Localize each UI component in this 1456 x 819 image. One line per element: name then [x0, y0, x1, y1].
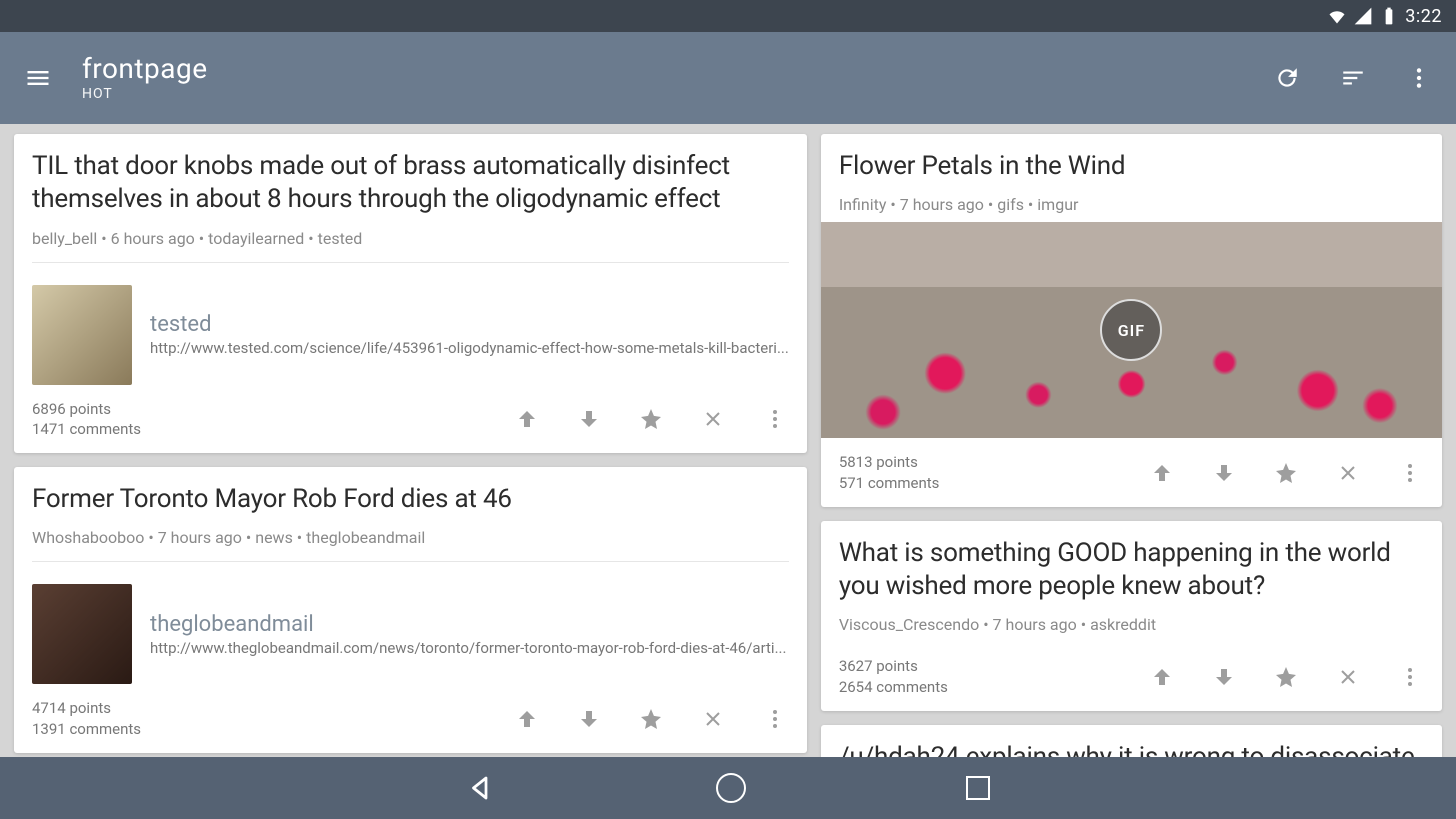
page-title: frontpage — [82, 54, 1274, 85]
item-overflow-icon[interactable] — [1398, 461, 1422, 485]
signal-icon — [1353, 6, 1373, 26]
post-title: Flower Petals in the Wind — [839, 150, 1424, 183]
post-comments: 1391 comments — [32, 719, 141, 739]
recent-apps-icon[interactable] — [966, 776, 990, 800]
status-bar: 3:22 — [0, 0, 1456, 32]
column-right: Flower Petals in the Wind Infinity • 7 h… — [821, 134, 1442, 757]
link-domain: theglobeandmail — [150, 612, 789, 637]
post-thumbnail — [32, 584, 132, 684]
post-points: 5813 points — [839, 452, 940, 472]
close-icon[interactable] — [1336, 461, 1360, 485]
post-points: 6896 points — [32, 399, 141, 419]
post-link[interactable]: theglobeandmail http://www.theglobeandma… — [14, 570, 807, 684]
app-actions — [1274, 65, 1432, 91]
post-comments: 571 comments — [839, 473, 940, 493]
overflow-icon[interactable] — [1406, 65, 1432, 91]
post-card[interactable]: Former Toronto Mayor Rob Ford dies at 46… — [14, 467, 807, 753]
post-points: 3627 points — [839, 656, 948, 676]
upvote-icon[interactable] — [1150, 665, 1174, 689]
star-icon[interactable] — [639, 407, 663, 431]
post-meta: Infinity • 7 hours ago • gifs • imgur — [839, 195, 1424, 214]
item-overflow-icon[interactable] — [763, 407, 787, 431]
downvote-icon[interactable] — [577, 407, 601, 431]
downvote-icon[interactable] — [577, 707, 601, 731]
post-title: What is something GOOD happening in the … — [839, 537, 1424, 604]
nav-bar — [0, 757, 1456, 819]
post-points: 4714 points — [32, 698, 141, 718]
app-bar: frontpage HOT — [0, 32, 1456, 124]
column-left: TIL that door knobs made out of brass au… — [14, 134, 807, 757]
app-title-wrap: frontpage HOT — [82, 54, 1274, 103]
page-sort: HOT — [82, 86, 1274, 102]
close-icon[interactable] — [1336, 665, 1360, 689]
item-overflow-icon[interactable] — [763, 707, 787, 731]
link-url: http://www.theglobeandmail.com/news/toro… — [150, 639, 789, 657]
refresh-icon[interactable] — [1274, 65, 1300, 91]
close-icon[interactable] — [701, 707, 725, 731]
post-title: TIL that door knobs made out of brass au… — [32, 150, 789, 217]
post-comments: 1471 comments — [32, 419, 141, 439]
home-icon[interactable] — [716, 773, 746, 803]
post-image[interactable]: GIF — [821, 222, 1442, 438]
status-time: 3:22 — [1405, 6, 1442, 27]
link-domain: tested — [150, 312, 789, 337]
post-comments: 2654 comments — [839, 677, 948, 697]
post-meta: Viscous_Crescendo • 7 hours ago • askred… — [839, 615, 1424, 634]
star-icon[interactable] — [1274, 665, 1298, 689]
post-card[interactable]: Flower Petals in the Wind Infinity • 7 h… — [821, 134, 1442, 507]
star-icon[interactable] — [639, 707, 663, 731]
close-icon[interactable] — [701, 407, 725, 431]
post-meta: belly_bell • 6 hours ago • todayilearned… — [32, 229, 789, 248]
menu-icon[interactable] — [24, 64, 52, 92]
upvote-icon[interactable] — [515, 707, 539, 731]
post-card[interactable]: What is something GOOD happening in the … — [821, 521, 1442, 711]
post-link[interactable]: tested http://www.tested.com/science/lif… — [14, 271, 807, 385]
post-card[interactable]: TIL that door knobs made out of brass au… — [14, 134, 807, 453]
upvote-icon[interactable] — [515, 407, 539, 431]
sort-icon[interactable] — [1340, 65, 1366, 91]
gif-badge: GIF — [1100, 299, 1162, 361]
back-icon[interactable] — [466, 773, 496, 803]
item-overflow-icon[interactable] — [1398, 665, 1422, 689]
post-card[interactable]: /u/hdah24 explains why it is wrong to di… — [821, 725, 1442, 757]
post-meta: Whoshabooboo • 7 hours ago • news • theg… — [32, 528, 789, 547]
post-title: /u/hdah24 explains why it is wrong to di… — [839, 741, 1424, 757]
star-icon[interactable] — [1274, 461, 1298, 485]
wifi-icon — [1327, 6, 1347, 26]
downvote-icon[interactable] — [1212, 665, 1236, 689]
post-title: Former Toronto Mayor Rob Ford dies at 46 — [32, 483, 789, 516]
content-area[interactable]: TIL that door knobs made out of brass au… — [0, 124, 1456, 757]
upvote-icon[interactable] — [1150, 461, 1174, 485]
battery-icon — [1379, 6, 1399, 26]
link-url: http://www.tested.com/science/life/45396… — [150, 339, 789, 357]
downvote-icon[interactable] — [1212, 461, 1236, 485]
post-thumbnail — [32, 285, 132, 385]
